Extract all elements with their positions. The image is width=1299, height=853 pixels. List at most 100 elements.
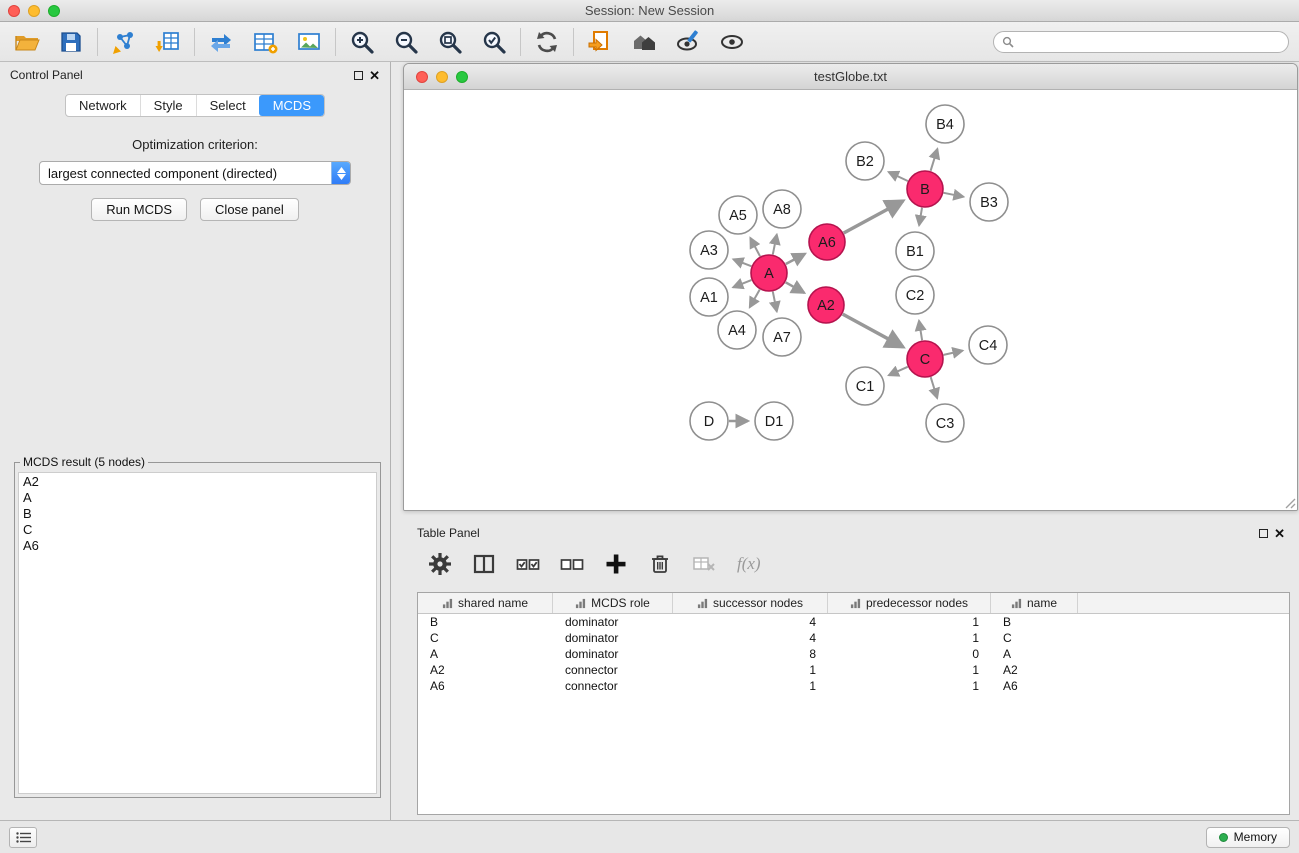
table-cell[interactable]: 4 bbox=[673, 631, 828, 645]
graph-node-B[interactable]: B bbox=[907, 171, 943, 207]
table-cell[interactable]: B bbox=[991, 615, 1078, 629]
add-column-button[interactable] bbox=[601, 550, 631, 578]
graph-edge-A-A2[interactable] bbox=[786, 282, 805, 293]
graph-edge-A6-B[interactable] bbox=[844, 201, 903, 233]
graph-node-A[interactable]: A bbox=[751, 255, 787, 291]
resize-handle[interactable] bbox=[1282, 495, 1296, 509]
network-window-titlebar[interactable]: testGlobe.txt bbox=[404, 64, 1297, 90]
graph-edge-B-B2[interactable] bbox=[889, 172, 908, 181]
graph-edge-A-A8[interactable] bbox=[773, 235, 777, 255]
zoom-selected-button[interactable] bbox=[477, 26, 511, 58]
zoom-out-button[interactable] bbox=[389, 26, 423, 58]
column-header[interactable]: successor nodes bbox=[673, 593, 828, 613]
delete-table-button[interactable] bbox=[689, 550, 719, 578]
table-cell[interactable]: connector bbox=[553, 679, 673, 693]
close-panel-icon[interactable]: ✕ bbox=[369, 69, 380, 82]
graph-node-C3[interactable]: C3 bbox=[926, 404, 964, 442]
result-list-item[interactable]: C bbox=[23, 522, 376, 538]
table-cell[interactable]: 1 bbox=[673, 679, 828, 693]
zoom-window-button[interactable] bbox=[48, 5, 60, 17]
graph-node-D[interactable]: D bbox=[690, 402, 728, 440]
table-row[interactable]: A6connector11A6 bbox=[418, 678, 1289, 694]
table-settings-button[interactable] bbox=[425, 550, 455, 578]
table-cell[interactable]: dominator bbox=[553, 615, 673, 629]
tab-style[interactable]: Style bbox=[140, 95, 196, 116]
graph-edge-B-B4[interactable] bbox=[931, 149, 938, 171]
open-session-button[interactable] bbox=[10, 26, 44, 58]
graph-node-A3[interactable]: A3 bbox=[690, 231, 728, 269]
run-mcds-button[interactable]: Run MCDS bbox=[91, 198, 187, 221]
save-session-button[interactable] bbox=[54, 26, 88, 58]
column-header[interactable]: name bbox=[991, 593, 1078, 613]
graph-edge-C-C1[interactable] bbox=[889, 367, 908, 376]
select-all-button[interactable] bbox=[513, 550, 543, 578]
delete-column-button[interactable] bbox=[645, 550, 675, 578]
table-cell[interactable]: 1 bbox=[673, 663, 828, 677]
graph-node-C[interactable]: C bbox=[907, 341, 943, 377]
graph-node-A7[interactable]: A7 bbox=[763, 318, 801, 356]
table-cell[interactable]: dominator bbox=[553, 631, 673, 645]
deselect-all-button[interactable] bbox=[557, 550, 587, 578]
import-network-button[interactable] bbox=[107, 26, 141, 58]
zoom-fit-button[interactable] bbox=[433, 26, 467, 58]
mcds-result-list[interactable]: A2ABCA6 bbox=[18, 472, 377, 794]
hide-graphics-details-button[interactable] bbox=[715, 26, 749, 58]
column-visibility-button[interactable] bbox=[469, 550, 499, 578]
minimize-window-button[interactable] bbox=[28, 5, 40, 17]
graph-edge-A-A7[interactable] bbox=[773, 292, 777, 312]
graph-node-A8[interactable]: A8 bbox=[763, 190, 801, 228]
graph-edge-B-B3[interactable] bbox=[944, 193, 964, 197]
graph-node-A5[interactable]: A5 bbox=[719, 196, 757, 234]
column-header[interactable]: shared name bbox=[418, 593, 553, 613]
graph-node-D1[interactable]: D1 bbox=[755, 402, 793, 440]
table-cell[interactable]: B bbox=[418, 615, 553, 629]
graph-node-B3[interactable]: B3 bbox=[970, 183, 1008, 221]
network-transfer-button[interactable] bbox=[204, 26, 238, 58]
float-panel-icon[interactable] bbox=[1259, 529, 1268, 538]
graph-edge-A-A3[interactable] bbox=[733, 259, 751, 266]
graph-node-C4[interactable]: C4 bbox=[969, 326, 1007, 364]
result-list-item[interactable]: A2 bbox=[23, 474, 376, 490]
zoom-window-button[interactable] bbox=[456, 71, 468, 83]
search-input[interactable] bbox=[1019, 34, 1280, 50]
graph-node-B1[interactable]: B1 bbox=[896, 232, 934, 270]
graph-edge-A-A5[interactable] bbox=[750, 238, 760, 256]
graph-node-A2[interactable]: A2 bbox=[808, 287, 844, 323]
graph-edge-A-A1[interactable] bbox=[733, 280, 751, 287]
memory-button[interactable]: Memory bbox=[1206, 827, 1290, 848]
task-history-button[interactable] bbox=[9, 827, 37, 848]
table-cell[interactable]: A bbox=[418, 647, 553, 661]
graph-edge-B-B1[interactable] bbox=[919, 208, 922, 226]
table-cell[interactable]: 1 bbox=[828, 663, 991, 677]
graph-node-C2[interactable]: C2 bbox=[896, 276, 934, 314]
close-window-button[interactable] bbox=[8, 5, 20, 17]
graph-edge-A2-C[interactable] bbox=[843, 314, 903, 347]
table-cell[interactable]: A2 bbox=[991, 663, 1078, 677]
table-cell[interactable]: dominator bbox=[553, 647, 673, 661]
search-field[interactable] bbox=[993, 31, 1289, 53]
close-panel-button[interactable]: Close panel bbox=[200, 198, 299, 221]
network-canvas[interactable]: B4B2BB3A5A8A6B1A3AC2A1A2A4A7C4CC1C3DD1 bbox=[404, 90, 1297, 510]
zoom-in-button[interactable] bbox=[345, 26, 379, 58]
column-header[interactable]: predecessor nodes bbox=[828, 593, 991, 613]
table-cell[interactable]: 0 bbox=[828, 647, 991, 661]
table-cell[interactable]: 1 bbox=[828, 679, 991, 693]
graph-node-A4[interactable]: A4 bbox=[718, 311, 756, 349]
result-list-item[interactable]: B bbox=[23, 506, 376, 522]
table-cell[interactable]: 4 bbox=[673, 615, 828, 629]
graph-edge-C-C2[interactable] bbox=[919, 321, 922, 341]
result-list-item[interactable]: A bbox=[23, 490, 376, 506]
graph-node-B2[interactable]: B2 bbox=[846, 142, 884, 180]
graph-edge-A-A6[interactable] bbox=[786, 254, 805, 264]
tab-network[interactable]: Network bbox=[66, 95, 140, 116]
refresh-network-button[interactable] bbox=[530, 26, 564, 58]
network-table-button[interactable] bbox=[248, 26, 282, 58]
table-cell[interactable]: 8 bbox=[673, 647, 828, 661]
close-panel-icon[interactable]: ✕ bbox=[1274, 527, 1285, 540]
table-cell[interactable]: A6 bbox=[418, 679, 553, 693]
tab-mcds[interactable]: MCDS bbox=[259, 95, 324, 116]
column-header[interactable]: MCDS role bbox=[553, 593, 673, 613]
table-row[interactable]: Adominator80A bbox=[418, 646, 1289, 662]
show-graphics-details-button[interactable] bbox=[671, 26, 705, 58]
table-cell[interactable]: 1 bbox=[828, 631, 991, 645]
